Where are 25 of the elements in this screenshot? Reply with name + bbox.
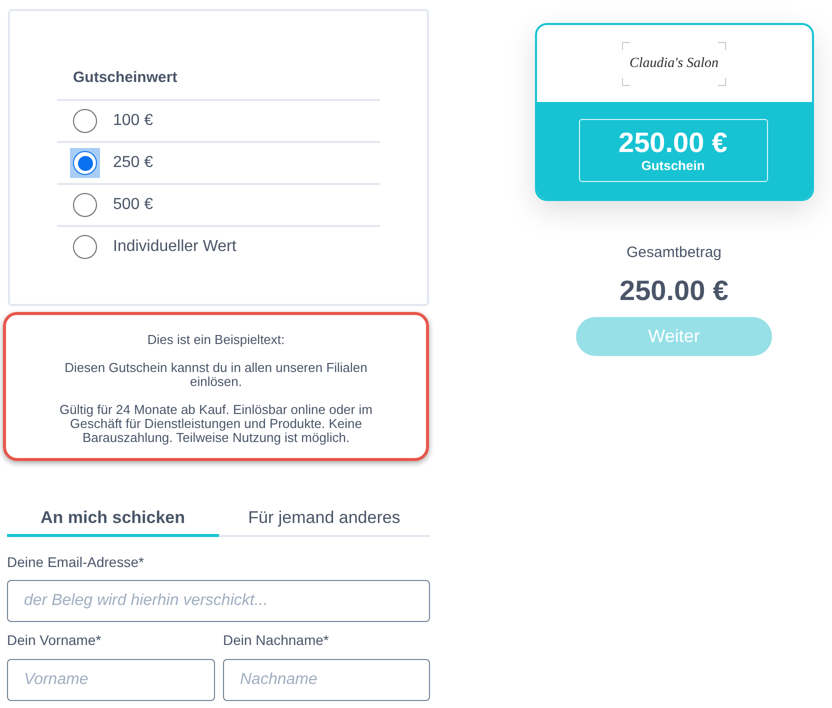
salon-logo: Claudia's Salon	[622, 42, 726, 86]
description-text: Dies ist ein Beispieltext:	[147, 333, 285, 347]
field-label: Dein Nachname*	[223, 632, 330, 649]
radio-button[interactable]	[73, 235, 97, 259]
input-field[interactable]: Nachname	[223, 659, 430, 701]
radio-button[interactable]	[73, 109, 97, 133]
tab[interactable]: An mich schicken	[7, 503, 218, 537]
option-label[interactable]: Individueller Wert	[113, 238, 236, 256]
tab[interactable]: Für jemand anderes	[218, 503, 430, 537]
radio-button[interactable]	[70, 148, 100, 178]
total-label: Gesamtbetrag	[626, 244, 722, 262]
email-field[interactable]: der Beleg wird hierhin verschickt...	[7, 580, 430, 622]
option-label[interactable]: 250 €	[113, 154, 154, 172]
field-label: Dein Vorname*	[7, 632, 102, 649]
total-amount: 250.00 €	[620, 275, 728, 307]
voucher-caption: Gutschein	[641, 158, 705, 173]
voucher-amount: 250.00 €	[618, 128, 728, 158]
option-label[interactable]: 500 €	[113, 196, 154, 214]
section-heading: Gutscheinwert	[72, 69, 178, 87]
description-text: Gültig für 24 Monate ab Kauf. Einlösbar online oder im Geschäft für Dienstleistungen und Produkte. Keine Barauszahlung. Teilweise Nutzung ist möglich.	[58, 403, 374, 445]
radio-button[interactable]	[73, 193, 97, 217]
description-text: Diesen Gutschein kannst du in allen unseren Filialen einlösen.	[64, 361, 368, 389]
option-label[interactable]: 100 €	[113, 112, 154, 130]
field-label: Deine Email-Adresse*	[7, 554, 145, 571]
input-field[interactable]: Vorname	[7, 659, 215, 701]
